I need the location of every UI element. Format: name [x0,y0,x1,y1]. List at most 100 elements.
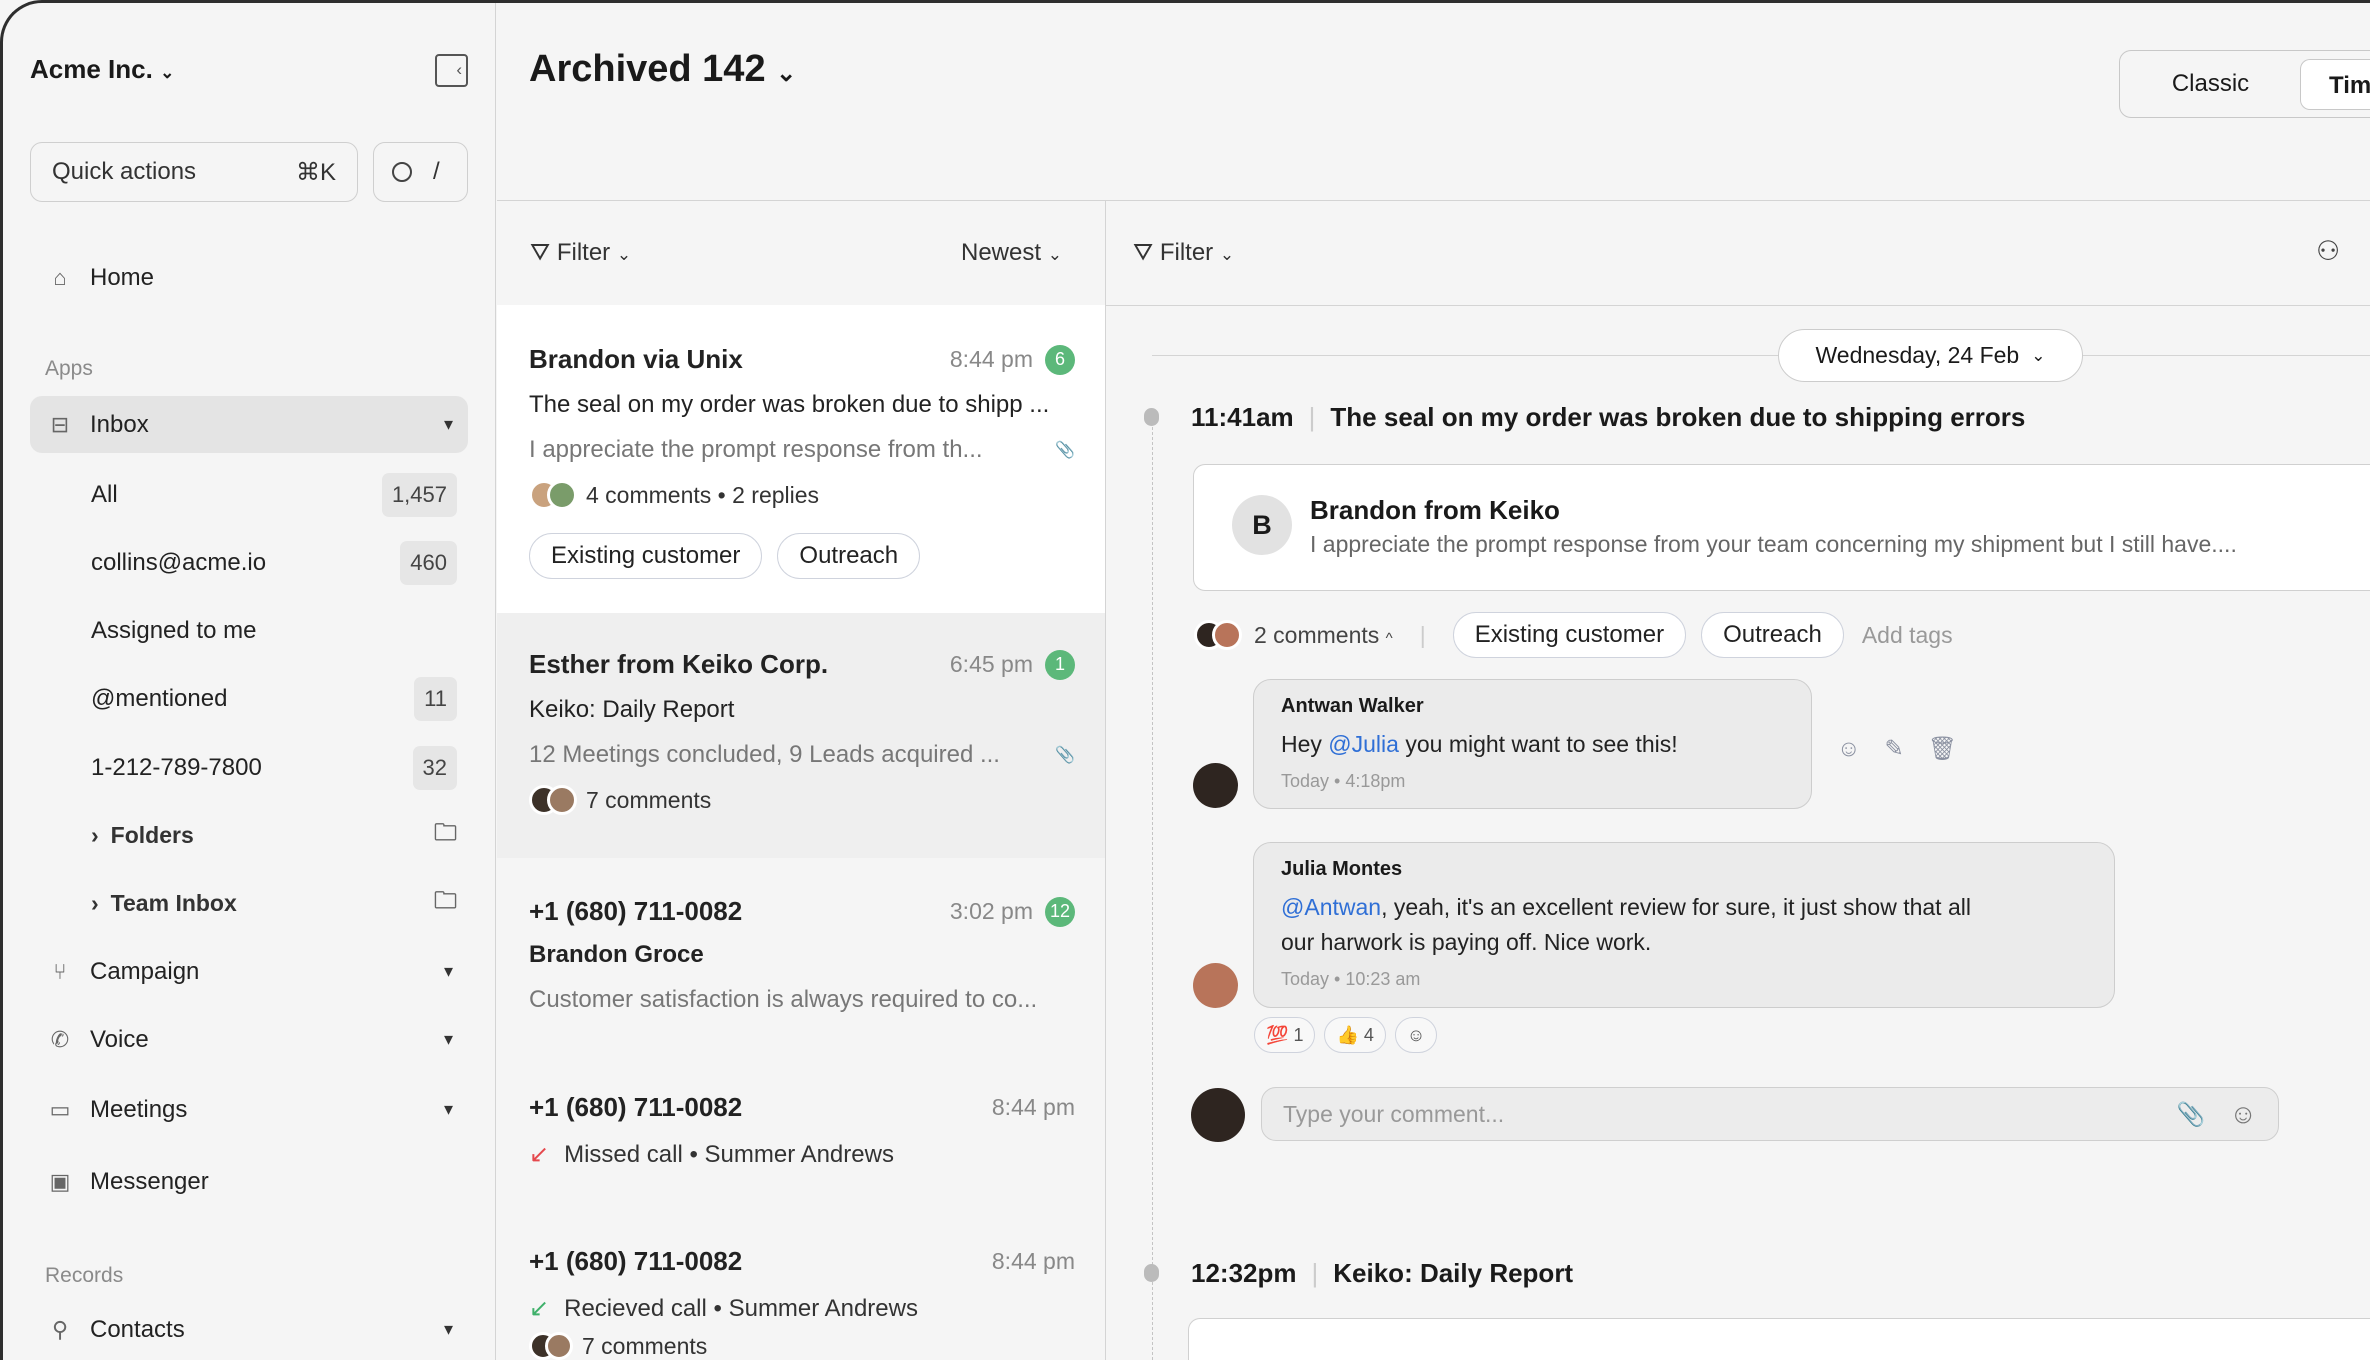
section-records: Records [45,1264,124,1287]
comments-toggle[interactable]: 2 comments ^ [1254,622,1393,649]
current-user-avatar [1191,1088,1245,1142]
conversation-item[interactable]: +1 (680) 711-0082 8:44 pm ↙ Missed call • … [497,1051,1105,1205]
search-button[interactable]: / [373,142,468,202]
count-badge: 11 [414,676,457,721]
comment-count: 4 comments • 2 replies [586,481,820,508]
avatar [1212,620,1242,650]
view-title-dropdown[interactable]: Archived 142 ⌄ [529,48,796,91]
call-summary: Recieved call • Summer Andrews [564,1294,918,1322]
time: 8:44 pm [949,346,1033,372]
tag[interactable]: Outreach [1701,612,1844,658]
preview: I appreciate the prompt response from th… [529,436,983,463]
tag[interactable]: Outreach [777,533,921,579]
comment-time: Today • 10:23 am [1281,969,1421,989]
sidebar-item-inbox[interactable]: ⊟ Inbox ▾ [30,396,468,453]
search-shortcut: / [433,158,440,185]
reactions: 💯 1 👍 4 ☺ [1254,1017,1446,1053]
sidebar: Acme Inc. ⌄ ‹ Quick actions ⌘K / ⌂ Home Ap… [3,3,496,1360]
view-classic-button[interactable]: Classic [2120,70,2301,98]
sidebar-item-team-inbox[interactable]: › Team Inbox 🗀 [91,881,457,926]
comment-count: 7 comments [582,1333,708,1359]
reaction-thumbs-up[interactable]: 👍 4 [1324,1017,1386,1053]
chevron-up-icon: ^ [1385,629,1393,647]
page-title: Archived 142 [529,48,766,90]
label: @mentioned [91,684,228,712]
avatar: B [1232,495,1292,555]
timeline-filter-button[interactable]: ⛛ Filter ⌄ [1133,239,1234,267]
placeholder: Type your comment... [1283,1100,1505,1127]
inbox-item-all[interactable]: All 1,457 [91,472,457,517]
chevron-down-icon: ⌄ [776,60,797,87]
emoji-icon[interactable]: ☺ [2229,1099,2257,1130]
chevron-down-icon: ⌄ [1219,245,1235,264]
sidebar-item-contacts[interactable]: ⚲ Contacts ▾ [30,1301,468,1358]
sidebar-item-campaign[interactable]: ⑂ Campaign ▾ [30,943,468,1000]
inbox-item-assigned[interactable]: Assigned to me [91,608,457,653]
subject: Brandon Groce [529,941,704,968]
separator: | [1311,1258,1319,1288]
text: Hey [1281,731,1329,757]
sidebar-item-folders[interactable]: › Folders 🗀 [91,813,457,858]
add-reaction-icon[interactable]: ☺ [1837,735,1860,762]
event-title: Keiko: Daily Report [1333,1258,1574,1288]
sidebar-item-voice[interactable]: ✆ Voice ▾ [30,1011,468,1068]
view-timeline-button[interactable]: Tim [2300,59,2370,110]
chevron-down-icon: ▾ [443,414,453,434]
avatar-antwan [1193,763,1238,808]
trash-icon[interactable]: 🗑 [1928,735,1957,762]
inbox-item-phone[interactable]: 1-212-789-7800 32 [91,745,457,790]
sender: Esther from Keiko Corp. [529,649,829,679]
mention-link[interactable]: @Julia [1328,731,1399,757]
timeline-line [1152,417,1153,1360]
count: 4 [1363,1024,1374,1045]
workspace-switcher[interactable]: Acme Inc. ⌄ [30,54,174,85]
inbox-item-collins[interactable]: collins@acme.io 460 [91,540,457,585]
chevron-down-icon: ⌄ [160,63,175,82]
count-badge: 1,457 [381,472,457,517]
filter-icon: ⛛ [1133,239,1154,266]
chevron-down-icon: ▾ [443,1319,453,1339]
received-call-icon: ↙ [529,1295,550,1322]
mention-link[interactable]: @Antwan [1281,894,1381,920]
message-card[interactable]: B Brandon from Keiko I appreciate the pr… [1193,464,2370,591]
branch-icon: ⑂ [53,958,67,984]
comment-text: @Antwan, yeah, it's an excellent review … [1281,890,1991,960]
edit-icon[interactable]: ✎ [1884,735,1903,762]
sender: +1 (680) 711-0082 [529,896,743,926]
avatar [547,480,577,510]
person-icon: ⚲ [51,1316,69,1342]
add-tags-button[interactable]: Add tags [1862,622,1953,649]
calendar-icon: ▭ [49,1096,71,1122]
conversation-item[interactable]: +1 (680) 711-0082 8:44 pm ↙ Recieved call … [497,1205,1105,1360]
date-picker[interactable]: Wednesday, 24 Feb ⌄ [1778,329,2083,382]
sidebar-item-messenger[interactable]: ▣ Messenger [30,1153,468,1210]
date-label: Wednesday, 24 Feb [1815,342,2020,368]
sidebar-item-meetings[interactable]: ▭ Meetings ▾ [30,1081,468,1138]
conversation-item[interactable]: Esther from Keiko Corp. 6:45 pm 1 Keiko: D… [497,613,1105,858]
comment-text: Hey @Julia you might want to see this! [1281,727,1784,762]
missed-call-icon: ↙ [529,1141,550,1168]
attachment-icon[interactable]: 📎 [2177,1101,2206,1128]
comment-input[interactable]: Type your comment... 📎 ☺ [1261,1087,2279,1141]
conversation-item[interactable]: +1 (680) 711-0082 3:02 pm 12 Brandon Groce… [497,858,1105,1051]
sort-dropdown[interactable]: Newest ⌄ [961,239,1062,267]
chevron-right-icon: › [91,822,99,848]
message-card[interactable] [1188,1318,2370,1360]
messenger-icon: ▣ [49,1168,71,1194]
inbox-item-mentioned[interactable]: @mentioned 11 [91,676,457,721]
add-reaction-button[interactable]: ☺ [1394,1017,1438,1053]
count-badge: 460 [400,540,457,585]
quick-actions-button[interactable]: Quick actions ⌘K [30,142,358,202]
label: 1-212-789-7800 [91,753,262,781]
collapse-sidebar-button[interactable]: ‹ [435,54,468,87]
reaction-100[interactable]: 💯 1 [1254,1017,1316,1053]
list-filter-button[interactable]: ⛛ Filter ⌄ [530,239,631,267]
assignee-button[interactable]: ⚇ [2316,236,2340,267]
tag[interactable]: Existing customer [1452,612,1687,658]
tag[interactable]: Existing customer [529,533,763,579]
avatar-julia [1193,963,1238,1008]
chevron-down-icon: ⌄ [1047,245,1062,264]
sidebar-item-home[interactable]: ⌂ Home [30,249,468,306]
conversation-item[interactable]: Brandon via Unix 8:44 pm 6 The seal on my … [497,305,1105,613]
subject: The seal on my order was broken due to s… [529,391,1050,418]
